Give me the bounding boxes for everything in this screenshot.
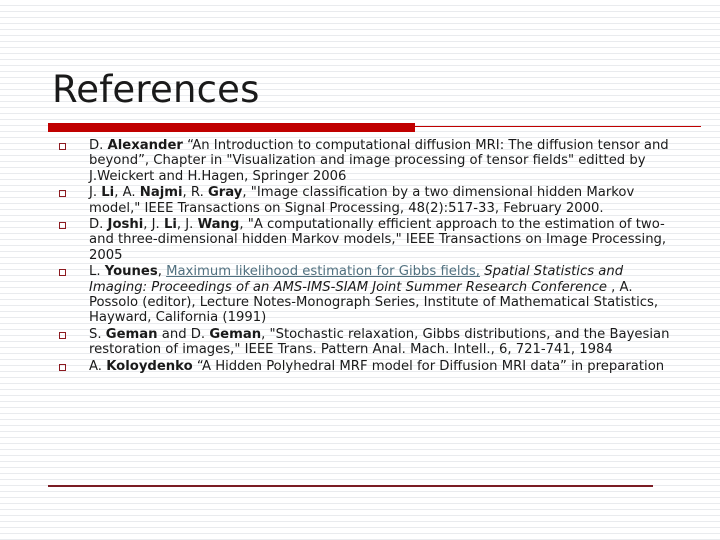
page-title: References (52, 68, 260, 111)
reference-text-run: D. (89, 138, 108, 153)
reference-text: S. Geman and D. Geman, "Stochastic relax… (89, 327, 680, 358)
reference-text-run: J. (89, 185, 102, 201)
square-bullet-icon (59, 363, 66, 371)
reference-text-run: A. (89, 358, 107, 374)
reference-text-run: Najmi (139, 185, 183, 201)
reference-text-run: “A Hidden Polyhedral MRF model for Diffu… (192, 358, 665, 374)
reference-text: J. Li, A. Najmi, R. Gray, "Image classif… (89, 185, 680, 216)
title-accent-line (415, 126, 701, 127)
reference-text-run: Gray (207, 185, 243, 201)
reference-text-run: , J. (176, 217, 198, 233)
reference-text-run: Geman (209, 326, 262, 342)
reference-text-run: Koloydenko (106, 358, 193, 374)
reference-text-run: D. (89, 217, 108, 233)
square-bullet-icon (59, 331, 66, 339)
reference-text-run: Wang (197, 217, 240, 233)
square-bullet-icon (59, 269, 66, 277)
reference-text-run: Younes (104, 264, 158, 280)
reference-text-run: S. (89, 326, 106, 342)
reference-text-run: Geman (105, 326, 158, 342)
reference-text-run: L. (89, 264, 105, 280)
reference-text: D. Alexander “An Introduction to computa… (89, 138, 680, 184)
footer-divider (48, 485, 653, 487)
reference-hyperlink[interactable]: Maximum likelihood estimation for Gibbs … (166, 264, 480, 279)
reference-text: D. Joshi, J. Li, J. Wang, "A computation… (89, 217, 680, 263)
reference-text-run: and D. (157, 326, 210, 342)
reference-text-run: Alexander (107, 138, 183, 153)
reference-text-run: , A. (114, 185, 140, 201)
reference-text-run: , (157, 264, 167, 280)
reference-list: D. Alexander “An Introduction to computa… (56, 138, 680, 375)
square-bullet-icon (59, 222, 66, 230)
list-item: D. Alexander “An Introduction to computa… (56, 138, 680, 184)
list-item: J. Li, A. Najmi, R. Gray, "Image classif… (56, 185, 680, 216)
list-item: A. Koloydenko “A Hidden Polyhedral MRF m… (56, 359, 680, 374)
slide-canvas: References D. Alexander “An Introduction… (0, 0, 720, 540)
list-item: D. Joshi, J. Li, J. Wang, "A computation… (56, 217, 680, 263)
title-accent-bar (48, 123, 415, 132)
list-item: S. Geman and D. Geman, "Stochastic relax… (56, 327, 680, 358)
list-item: L. Younes, Maximum likelihood estimation… (56, 264, 680, 326)
reference-text-run: Li (101, 185, 115, 201)
square-bullet-icon (59, 143, 66, 150)
reference-text: A. Koloydenko “A Hidden Polyhedral MRF m… (89, 359, 680, 374)
reference-text-run: Li (163, 217, 177, 233)
reference-text-run: , J. (143, 217, 164, 233)
reference-text: L. Younes, Maximum likelihood estimation… (89, 264, 680, 326)
reference-text-run: , R. (182, 185, 208, 201)
reference-text-run: Joshi (107, 217, 144, 233)
square-bullet-icon (59, 190, 66, 198)
